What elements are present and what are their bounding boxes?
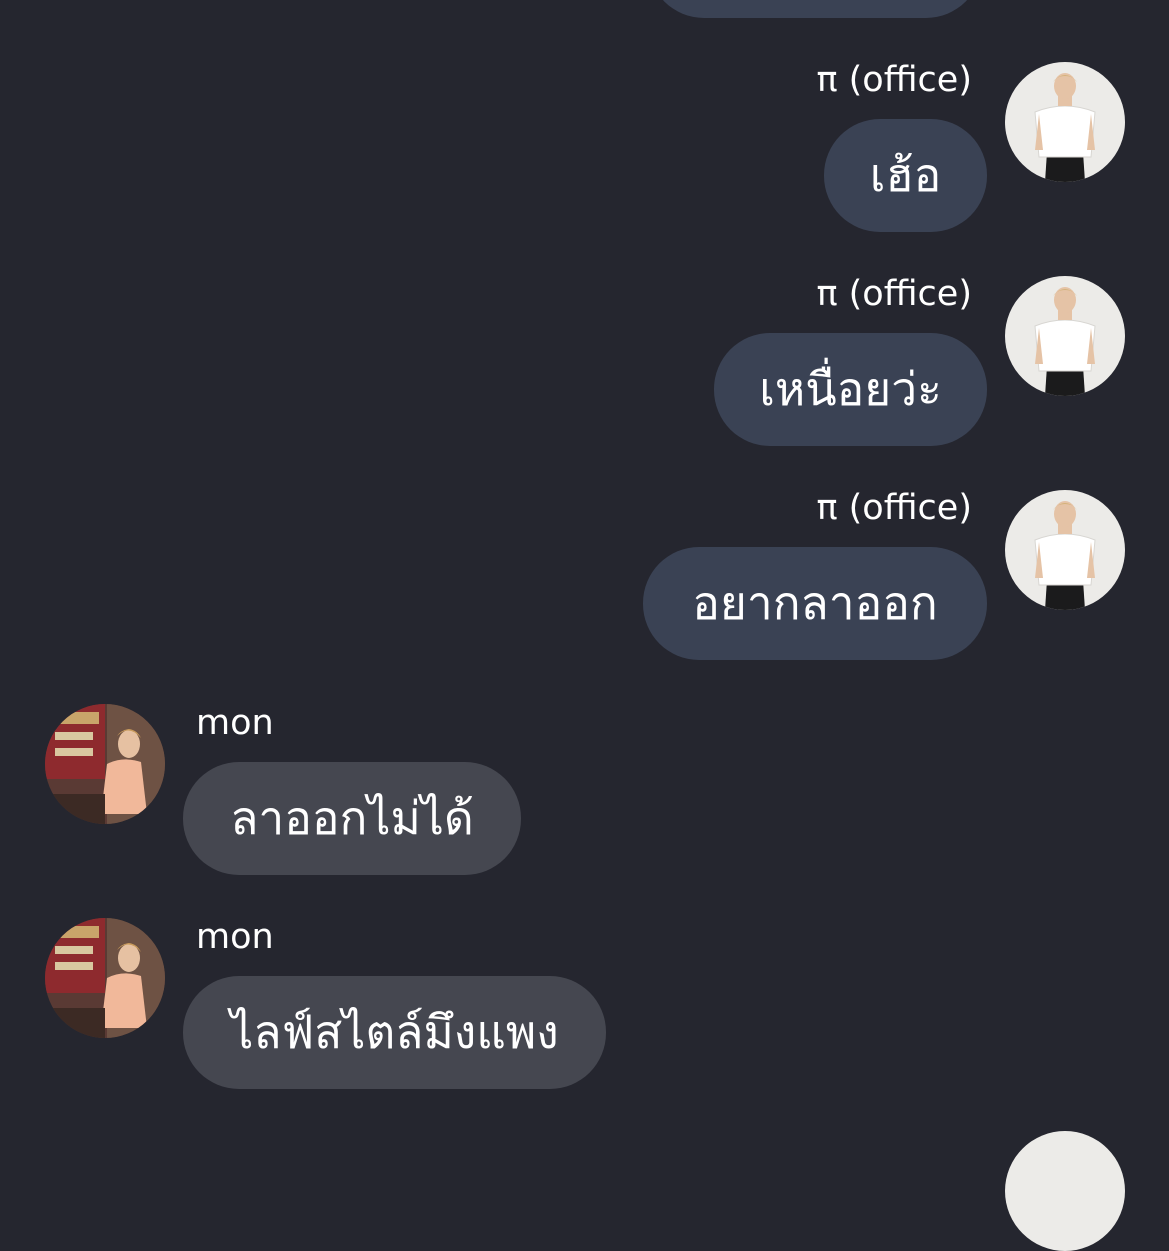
sender-name: π (office)	[816, 274, 972, 314]
message-bubble[interactable]: เฮ้อ	[824, 119, 987, 232]
avatar-photo-icon	[45, 704, 165, 824]
avatar-photo-icon	[1005, 276, 1125, 396]
sender-name: mon	[196, 917, 274, 957]
message-bubble[interactable]: เหนื่อยว่ะ	[714, 333, 987, 446]
avatar-partial[interactable]	[1005, 1131, 1125, 1251]
avatar-photo-icon	[45, 918, 165, 1038]
sender-avatar[interactable]	[45, 918, 165, 1038]
sender-name: mon	[196, 703, 274, 743]
sender-name: π (office)	[816, 60, 972, 100]
avatar-photo-icon	[1005, 490, 1125, 610]
sender-avatar[interactable]	[45, 704, 165, 824]
avatar-photo-icon	[1005, 62, 1125, 182]
chat-message-list[interactable]: π (office) เฮ้อ π (office) เหนื่อยว่ะ π	[0, 0, 1169, 1251]
sender-name: π (office)	[816, 488, 972, 528]
message-bubble[interactable]: อยากลาออก	[643, 547, 987, 660]
sender-avatar[interactable]	[1005, 490, 1125, 610]
sender-avatar[interactable]	[1005, 62, 1125, 182]
message-bubble[interactable]: ลาออกไม่ได้	[183, 762, 521, 875]
sender-avatar[interactable]	[1005, 276, 1125, 396]
message-bubble[interactable]: ไลฟ์สไตล์มึงแพง	[183, 976, 606, 1089]
message-bubble-partial[interactable]	[648, 0, 982, 18]
